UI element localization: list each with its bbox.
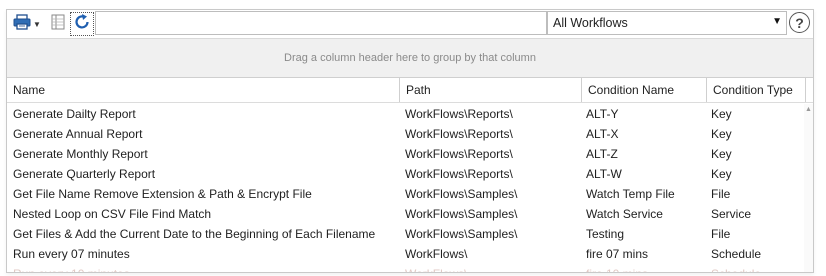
cell-name: Generate Quarterly Report: [13, 167, 156, 181]
column-header-label: Path: [406, 83, 431, 97]
column-header-label: Condition Type: [713, 83, 793, 97]
workflows-panel: ▼ All Workflows ▼ ? Drag a column header…: [6, 9, 814, 273]
group-by-hint: Drag a column header here to group by th…: [284, 52, 536, 64]
cell-condition-type: Key: [711, 167, 732, 181]
vertical-scrollbar[interactable]: ▲: [804, 104, 813, 272]
cell-name: Run every 10 minutes: [7, 264, 399, 272]
cell-condition-type: Schedule: [705, 264, 805, 272]
column-header-path[interactable]: Path: [400, 78, 582, 102]
table-row[interactable]: Generate Annual Report WorkFlows\Reports…: [7, 124, 813, 144]
grid-header: Name Path Condition Name Condition Type: [7, 78, 813, 103]
workflow-filter-value: All Workflows: [553, 16, 628, 30]
grid-body: Generate Dailty Report WorkFlows\Reports…: [7, 104, 813, 272]
help-icon: ?: [795, 14, 804, 31]
cell-name: Run every 07 minutes: [13, 247, 130, 261]
table-row[interactable]: Run every 07 minutes WorkFlows\ fire 07 …: [7, 244, 813, 264]
cell-name: Generate Dailty Report: [13, 107, 136, 121]
table-row[interactable]: Nested Loop on CSV File Find Match WorkF…: [7, 204, 813, 224]
cell-condition-type: Key: [711, 107, 732, 121]
cell-path: WorkFlows\: [399, 264, 580, 272]
cell-condition-type: File: [711, 187, 731, 201]
column-header-label: Condition Name: [588, 83, 675, 97]
column-header-name[interactable]: Name: [7, 78, 400, 102]
cell-condition-name: Watch Service: [586, 207, 663, 221]
cell-path: WorkFlows\Samples\: [405, 227, 518, 241]
refresh-icon: [73, 13, 91, 36]
cell-path: WorkFlows\Reports\: [405, 107, 513, 121]
cell-condition-type: Key: [711, 127, 732, 141]
column-header-condition-name[interactable]: Condition Name: [582, 78, 707, 102]
cell-path: WorkFlows\Reports\: [405, 127, 513, 141]
cell-condition-name: ALT-Z: [586, 147, 618, 161]
search-input[interactable]: [95, 11, 547, 35]
cell-condition-type: Service: [711, 207, 752, 221]
cell-condition-type: File: [711, 227, 731, 241]
group-by-panel[interactable]: Drag a column header here to group by th…: [7, 39, 813, 78]
cell-condition-name: Testing: [586, 227, 625, 241]
help-button[interactable]: ?: [789, 12, 810, 33]
table-row[interactable]: Get Files & Add the Current Date to the …: [7, 224, 813, 244]
cell-condition-type: Schedule: [711, 247, 762, 261]
workflow-filter-select[interactable]: All Workflows ▼: [547, 11, 787, 35]
printer-icon: [13, 13, 31, 35]
cell-condition-name: ALT-W: [586, 167, 622, 181]
table-row[interactable]: Generate Dailty Report WorkFlows\Reports…: [7, 104, 813, 124]
column-chooser-button[interactable]: [47, 12, 69, 36]
cell-path: WorkFlows\: [405, 247, 468, 261]
table-row[interactable]: Run every 10 minutes WorkFlows\ fire 10 …: [7, 264, 813, 272]
refresh-button[interactable]: [70, 12, 94, 36]
chevron-down-icon[interactable]: ▼: [33, 20, 41, 29]
table-row[interactable]: Generate Monthly Report WorkFlows\Report…: [7, 144, 813, 164]
cell-path: WorkFlows\Samples\: [405, 207, 518, 221]
cell-condition-name: ALT-X: [586, 127, 619, 141]
cell-name: Nested Loop on CSV File Find Match: [13, 207, 212, 221]
cell-condition-name: fire 10 mins: [580, 264, 705, 272]
toolbar: ▼ All Workflows ▼ ?: [7, 10, 813, 39]
cell-path: WorkFlows\Samples\: [405, 187, 518, 201]
cell-name: Get Files & Add the Current Date to the …: [13, 227, 376, 241]
cell-path: WorkFlows\Reports\: [405, 147, 513, 161]
cell-condition-name: ALT-Y: [586, 107, 619, 121]
table-row[interactable]: Get File Name Remove Extension & Path & …: [7, 184, 813, 204]
cell-condition-name: Watch Temp File: [586, 187, 675, 201]
cell-name: Generate Annual Report: [13, 127, 143, 141]
column-header-condition-type[interactable]: Condition Type: [707, 78, 806, 102]
dropdown-arrow-icon: ▼: [772, 16, 782, 27]
cell-path: WorkFlows\Reports\: [405, 167, 513, 181]
column-chooser-icon: [51, 14, 65, 35]
cell-condition-type: Key: [711, 147, 732, 161]
cell-name: Get File Name Remove Extension & Path & …: [13, 187, 312, 201]
print-button[interactable]: ▼: [10, 12, 44, 36]
column-header-label: Name: [13, 83, 46, 97]
scroll-up-icon[interactable]: ▲: [805, 106, 812, 113]
cell-condition-name: fire 07 mins: [586, 247, 649, 261]
table-row[interactable]: Generate Quarterly Report WorkFlows\Repo…: [7, 164, 813, 184]
cell-name: Generate Monthly Report: [13, 147, 148, 161]
